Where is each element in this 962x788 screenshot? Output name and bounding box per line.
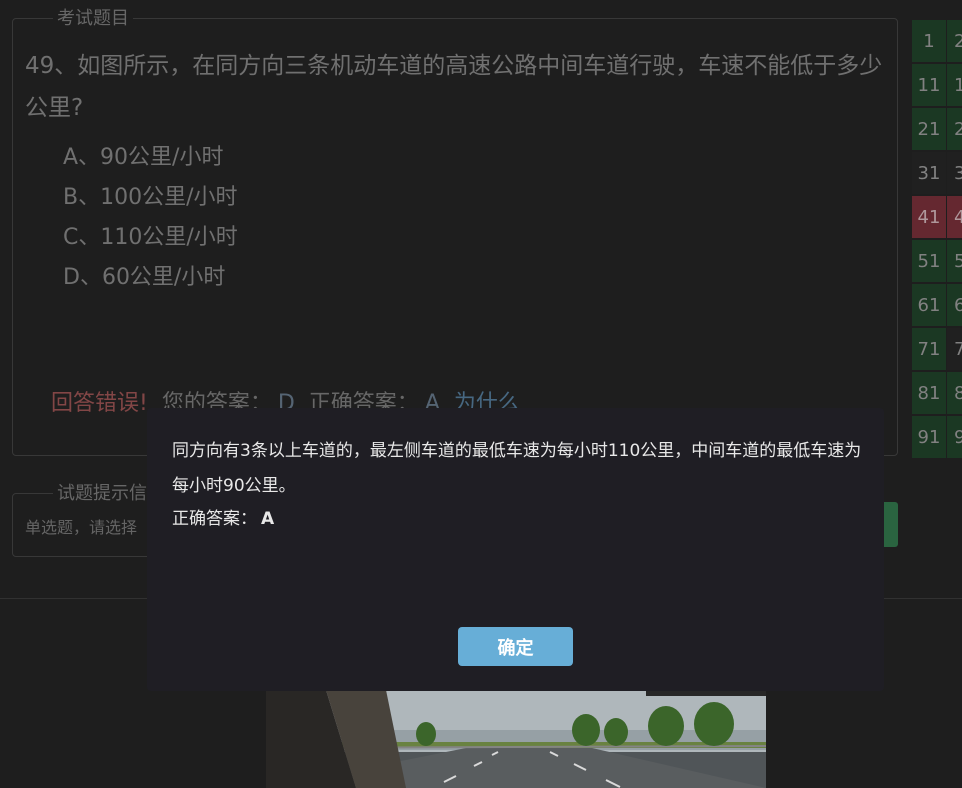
dialog-correct-answer: 正确答案： A (172, 504, 274, 534)
explanation-dialog: 同方向有3条以上车道的，最左侧车道的最低车速为每小时110公里，中间车道的最低车… (147, 408, 884, 691)
dialog-answer-value: A (261, 509, 275, 529)
confirm-button[interactable]: 确定 (458, 627, 573, 666)
exam-page: 考试题目 49、如图所示，在同方向三条机动车道的高速公路中间车道行驶，车速不能低… (0, 0, 962, 788)
explanation-text: 同方向有3条以上车道的，最左侧车道的最低车速为每小时110公里，中间车道的最低车… (172, 441, 862, 496)
dialog-answer-label: 正确答案： (172, 509, 257, 529)
